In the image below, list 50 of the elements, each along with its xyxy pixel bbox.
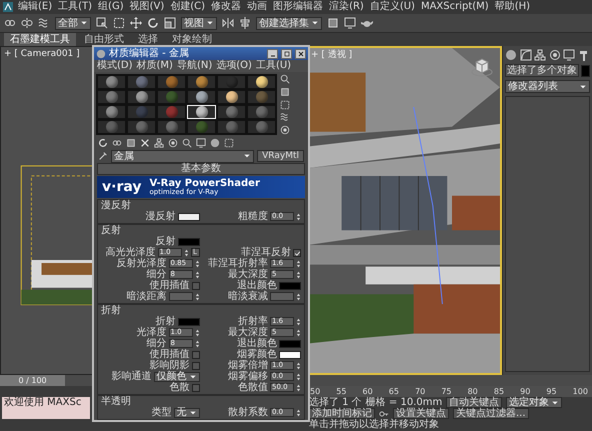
param-label: 使用插值 (150, 349, 190, 360)
frame-number: 80 (468, 386, 478, 396)
param-label: 类型 (152, 407, 172, 418)
param-label: 使用插值 (150, 280, 190, 291)
param-label: 反射 (156, 236, 176, 247)
param-label: 最大深度 (228, 269, 268, 280)
section-title: 折射 (101, 305, 122, 316)
frame-number: 95 (546, 386, 557, 397)
param-label: 暗淡距离 (126, 291, 166, 302)
window-title: 材质编辑器 - 金属 (109, 47, 190, 60)
frame-number: 90 (520, 386, 530, 396)
param-label: 漫反射 (146, 211, 176, 222)
frame-number: 70 (415, 386, 426, 397)
vray-logo: v·ray (102, 180, 142, 194)
param-label: 光泽度 (136, 327, 166, 338)
selection-status: 选择了 1 个 (309, 397, 362, 408)
banner-title: V-Ray PowerShader (150, 178, 260, 188)
frame-number: 75 (441, 386, 452, 397)
section-title: 反射 (101, 225, 122, 236)
param-label: 高光光泽度 (106, 247, 156, 258)
param-label: 烟雾颜色 (237, 349, 277, 360)
param-label: 折射 (156, 316, 176, 327)
param-label: 暗淡衰减 (228, 291, 268, 302)
frame-number: 50 (310, 386, 320, 396)
frame-number: 85 (494, 386, 504, 396)
param-label: 散射系数 (228, 407, 268, 418)
section-title: 半透明 (101, 396, 132, 407)
param-label: 影响阴影 (150, 360, 190, 371)
param-label: 色散 (170, 382, 190, 393)
param-label: 粗糙度 (238, 211, 268, 222)
section-title: 漫反射 (101, 200, 132, 211)
param-label: 折射率 (238, 316, 268, 327)
prompt-text: 单击并拖动以选择并移动对象 (309, 419, 439, 430)
param-label: 反射光泽度 (116, 258, 166, 269)
param-label: 影响通道 (112, 371, 152, 382)
frame-number: 65 (388, 386, 399, 397)
frame-number: 60 (362, 386, 373, 396)
frame-number: 55 (336, 386, 346, 397)
param-label: 细分 (146, 269, 166, 280)
param-label: 最大深度 (228, 327, 268, 338)
param-label: 色散值 (238, 382, 268, 393)
param-label: 烟雾倍增 (228, 360, 268, 371)
grid-size-text: 栅格 = 10.0mm (366, 397, 442, 408)
param-label: 菲涅耳折射率 (208, 258, 268, 269)
param-label: 退出颜色 (237, 338, 277, 349)
param-label: 退出颜色 (237, 280, 277, 291)
param-label: 细分 (146, 338, 166, 349)
param-label: 烟雾偏移 (228, 371, 268, 382)
param-label: 菲涅耳反射 (241, 247, 291, 258)
frame-number: 100 (572, 386, 588, 397)
